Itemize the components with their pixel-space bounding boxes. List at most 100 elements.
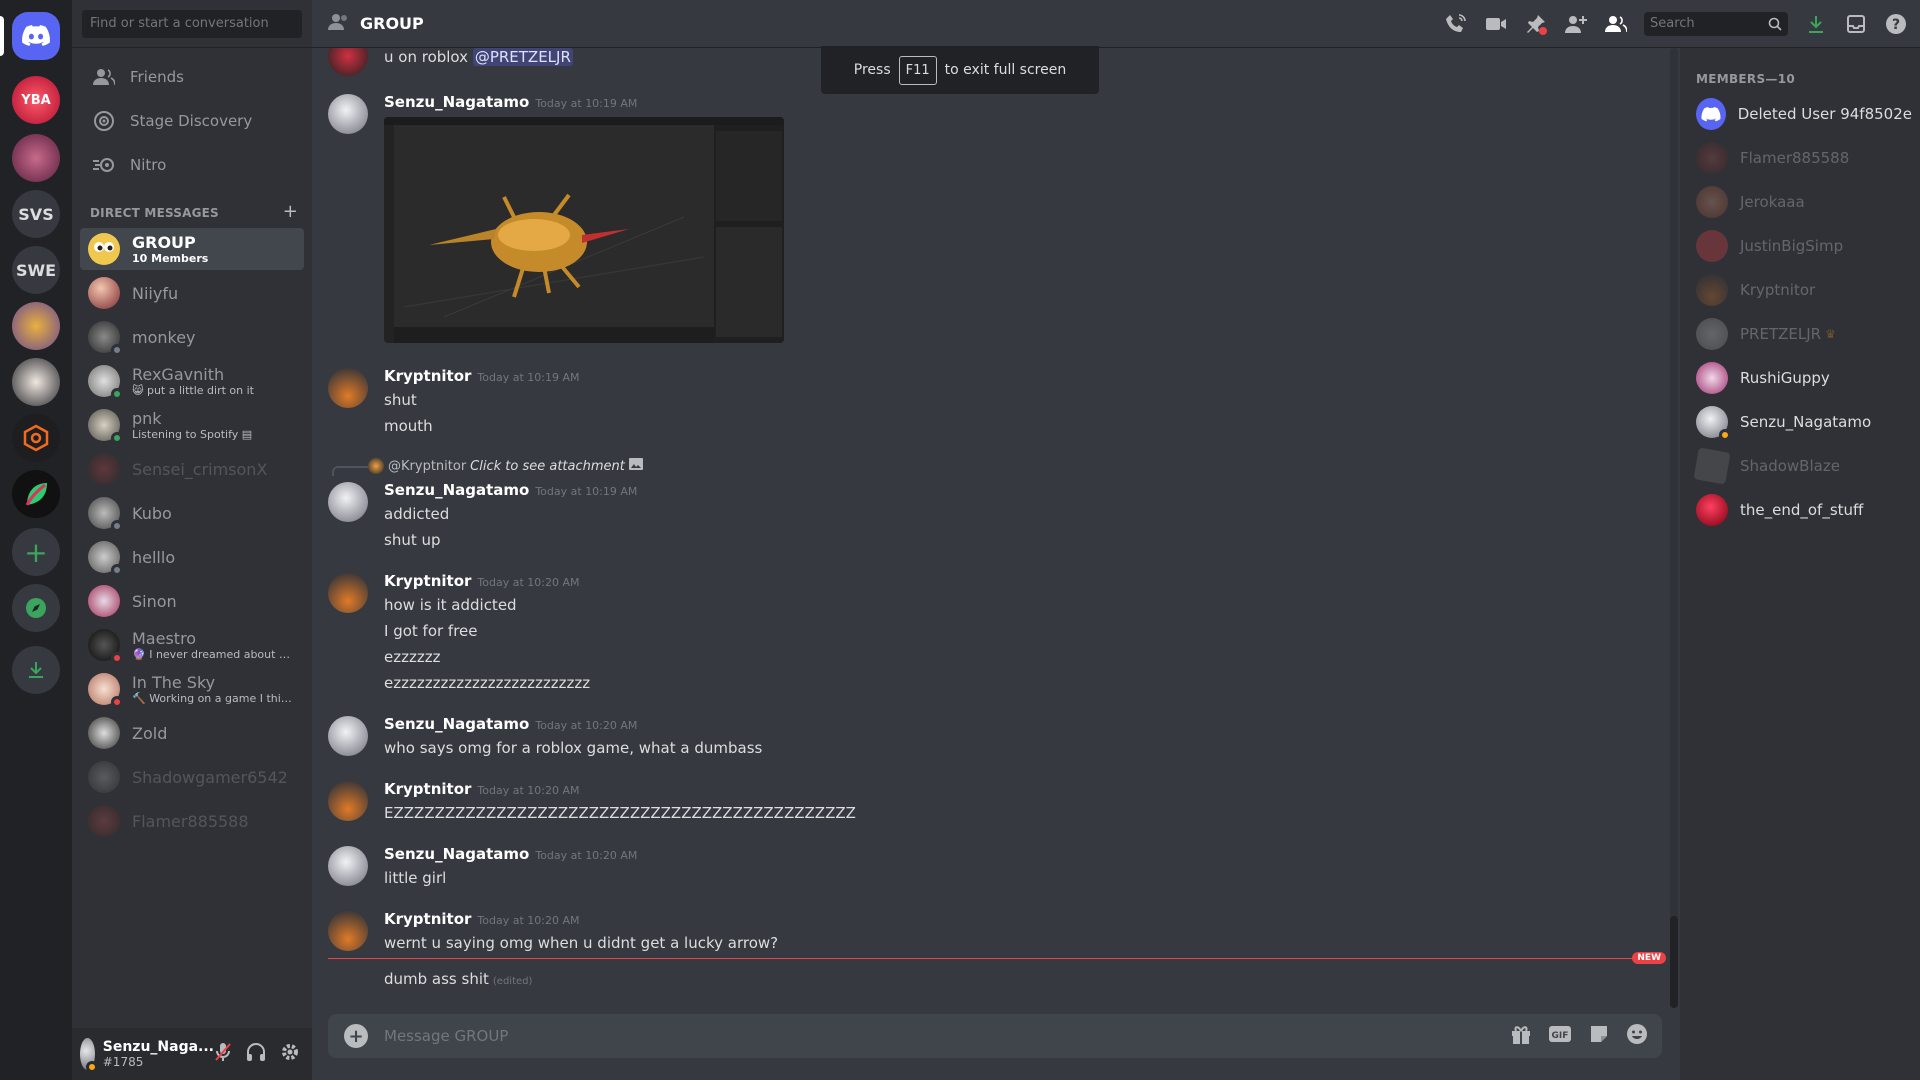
message-author[interactable]: Senzu_Nagatamo — [384, 845, 529, 863]
add-server-button[interactable]: + — [12, 528, 60, 576]
mute-microphone-icon[interactable] — [214, 1042, 232, 1067]
message-author[interactable]: Kryptnitor — [384, 910, 471, 928]
find-conversation-input[interactable]: Find or start a conversation — [82, 10, 302, 38]
message-composer[interactable]: + Message GROUP GIF — [328, 1014, 1662, 1058]
plus-icon: + — [24, 535, 48, 569]
avatar[interactable] — [328, 846, 368, 886]
server-2[interactable] — [12, 134, 60, 182]
avatar[interactable] — [328, 716, 368, 756]
dm-name: Sensei_crimsonX — [132, 459, 268, 479]
help-icon[interactable]: ? — [1884, 12, 1908, 36]
member-deleted-user[interactable]: Deleted User 94f8502e — [1688, 92, 1912, 136]
member-jerokaaa[interactable]: Jerokaaa — [1688, 180, 1912, 224]
message-author[interactable]: Senzu_Nagatamo — [384, 715, 529, 733]
nav-friends[interactable]: Friends — [80, 56, 304, 98]
settings-gear-icon[interactable] — [280, 1042, 300, 1067]
user-mention[interactable]: @PRETZELJR — [472, 48, 573, 66]
server-7[interactable] — [12, 414, 60, 462]
upload-plus-icon[interactable]: + — [344, 1024, 368, 1048]
message-author[interactable]: Senzu_Nagatamo — [384, 93, 529, 111]
dm-item-flamer885588[interactable]: Flamer885588 — [80, 800, 304, 842]
message-text: wernt u saying omg when u didnt get a lu… — [384, 934, 779, 952]
inbox-icon[interactable] — [1844, 12, 1868, 36]
home-button[interactable] — [12, 12, 60, 60]
message-author[interactable]: Kryptnitor — [384, 780, 471, 798]
avatar — [1696, 362, 1728, 394]
server-5[interactable] — [12, 302, 60, 350]
voice-call-icon[interactable] — [1444, 12, 1468, 36]
video-call-icon[interactable] — [1484, 12, 1508, 36]
avatar[interactable] — [328, 48, 368, 76]
server-svs[interactable]: SVS — [12, 190, 60, 238]
status-online-icon — [111, 432, 123, 444]
member-senzu-nagatamo[interactable]: Senzu_Nagatamo — [1688, 400, 1912, 444]
nav-nitro[interactable]: Nitro — [80, 144, 304, 186]
avatar[interactable] — [328, 573, 368, 613]
chat-scrollbar[interactable] — [1670, 48, 1678, 1008]
dm-item-niiyfu[interactable]: Niiyfu — [80, 272, 304, 314]
add-friends-to-dm-icon[interactable] — [1564, 12, 1588, 36]
member-list-icon[interactable] — [1604, 12, 1628, 36]
dm-item-monkey[interactable]: monkey — [80, 316, 304, 358]
dm-item-sensei-crimsonx[interactable]: Sensei_crimsonX — [80, 448, 304, 490]
member-the-end-of-stuff[interactable]: the_end_of_stuff — [1688, 488, 1912, 532]
message-author[interactable]: Kryptnitor — [384, 572, 471, 590]
download-apps-button[interactable] — [12, 646, 60, 694]
group-owner-crown-icon: ♛ — [1825, 327, 1836, 341]
member-rushiguppy[interactable]: RushiGuppy — [1688, 356, 1912, 400]
dm-item-maestro[interactable]: Maestro 🔮 I never dreamed about su... — [80, 624, 304, 666]
dm-item-group[interactable]: GROUP 10 Members — [80, 228, 304, 270]
dm-item-zold[interactable]: Zold — [80, 712, 304, 754]
dm-item-rexgavnith[interactable]: RexGavnith 😸 put a little dirt on it — [80, 360, 304, 402]
message-input[interactable]: Message GROUP — [384, 1027, 508, 1045]
message-text: shut — [384, 391, 417, 409]
message-content: u on roblox — [384, 48, 469, 66]
server-8[interactable] — [12, 470, 60, 518]
message-author[interactable]: Senzu_Nagatamo — [384, 481, 529, 499]
avatar[interactable] — [328, 482, 368, 522]
dm-item-helllo[interactable]: helllo — [80, 536, 304, 578]
member-justinbigsimp[interactable]: JustinBigSimp — [1688, 224, 1912, 268]
status-offline-icon — [111, 564, 123, 576]
avatar[interactable] — [328, 911, 368, 951]
dm-item-pnk[interactable]: pnk Listening to Spotify ▤ — [80, 404, 304, 446]
user-avatar[interactable] — [80, 1038, 98, 1073]
emoji-picker-icon[interactable] — [1626, 1023, 1648, 1049]
avatar — [1696, 142, 1728, 174]
pinned-messages-icon[interactable] — [1524, 12, 1548, 36]
member-pretzeljr[interactable]: PRETZELJR ♛ — [1688, 312, 1912, 356]
member-kryptnitor[interactable]: Kryptnitor — [1688, 268, 1912, 312]
avatar[interactable] — [328, 781, 368, 821]
member-shadowblaze[interactable]: ShadowBlaze — [1688, 444, 1912, 488]
explore-servers-button[interactable] — [12, 584, 60, 632]
download-icon[interactable] — [1804, 12, 1828, 36]
sticker-icon[interactable] — [1588, 1023, 1610, 1049]
scrollbar-thumb[interactable] — [1670, 916, 1678, 1008]
nav-stage-discovery[interactable]: Stage Discovery — [80, 100, 304, 142]
search-input[interactable]: Search — [1644, 12, 1788, 36]
image-attachment[interactable] — [384, 117, 784, 343]
status-dnd-icon — [111, 696, 123, 708]
gif-icon[interactable]: GIF — [1548, 1023, 1572, 1049]
spotify-icon: ▤ — [238, 428, 253, 441]
dm-item-shadowgamer6542[interactable]: Shadowgamer6542 — [80, 756, 304, 798]
create-dm-plus-icon[interactable]: + — [283, 203, 298, 221]
server-6[interactable] — [12, 358, 60, 406]
member-name: Senzu_Nagatamo — [1740, 413, 1872, 431]
gift-icon[interactable] — [1510, 1023, 1532, 1049]
dm-item-in-the-sky[interactable]: In The Sky 🔨 Working on a game I think — [80, 668, 304, 710]
dm-item-sinon[interactable]: Sinon — [80, 580, 304, 622]
dm-item-kubo[interactable]: Kubo — [80, 492, 304, 534]
avatar — [88, 629, 123, 664]
message-text: little girl — [384, 869, 447, 887]
server-yba[interactable]: YBA — [12, 76, 60, 124]
headphones-icon[interactable] — [246, 1042, 266, 1067]
avatar — [1693, 447, 1731, 485]
reply-reference[interactable]: @Kryptnitor Click to see attachment — [368, 458, 643, 474]
avatar[interactable] — [328, 368, 368, 408]
new-messages-divider: NEW — [328, 952, 1666, 964]
server-swe[interactable]: SWE — [12, 246, 60, 294]
member-flamer885588[interactable]: Flamer885588 — [1688, 136, 1912, 180]
message-author[interactable]: Kryptnitor — [384, 367, 471, 385]
avatar[interactable] — [328, 94, 368, 134]
